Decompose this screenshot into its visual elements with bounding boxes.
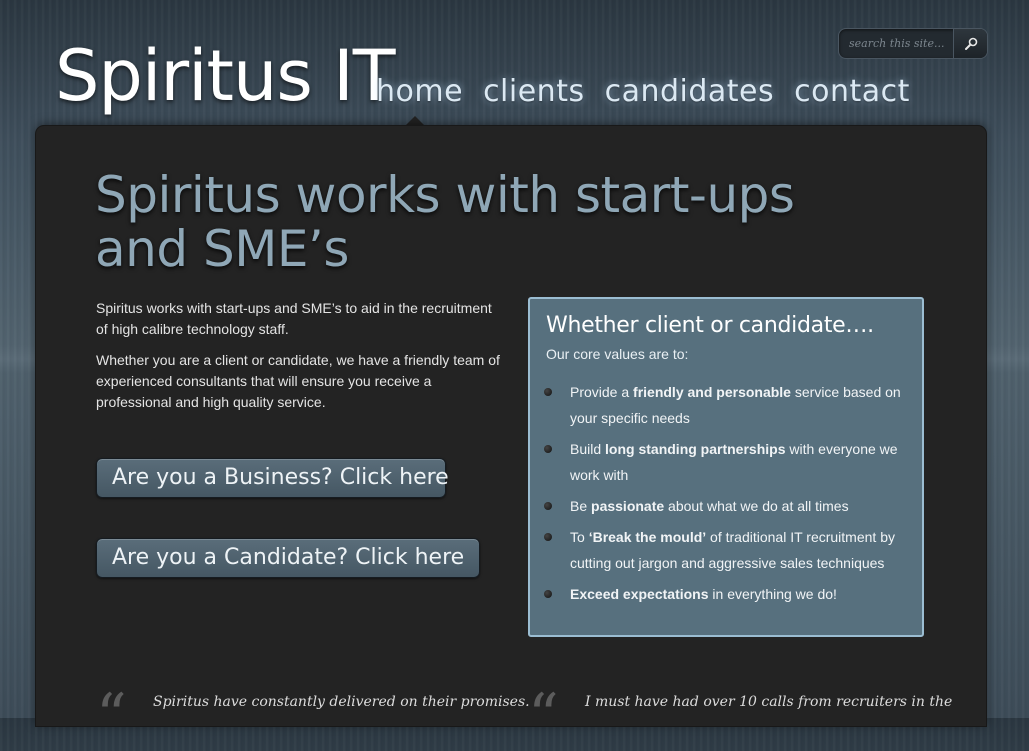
intro-paragraph: Spiritus works with start-ups and SME’s … xyxy=(96,300,492,337)
search-input[interactable] xyxy=(839,29,951,58)
list-item: To ‘Break the mould’ of traditional IT r… xyxy=(544,524,904,576)
nav-candidates[interactable]: candidates xyxy=(605,70,775,114)
intro-paragraph: Whether you are a client or candidate, w… xyxy=(96,352,500,410)
list-item: Provide a friendly and personable servic… xyxy=(544,379,904,431)
bullet-icon xyxy=(544,533,552,541)
testimonial-text: Spiritus have constantly delivered on th… xyxy=(153,694,530,710)
list-item: Be passionate about what we do at all ti… xyxy=(544,493,904,519)
business-cta-button[interactable]: Are you a Business? Click here xyxy=(96,458,449,498)
bullet-icon xyxy=(544,590,552,598)
core-values-box: Whether client or candidate…. Our core v… xyxy=(528,297,924,637)
main-nav: home clients candidates contact xyxy=(376,70,910,114)
intro-text: Spiritus works with start-ups and SME’s … xyxy=(96,298,506,423)
bullet-icon xyxy=(544,388,552,396)
core-values-subtitle: Our core values are to: xyxy=(546,346,689,362)
search-icon xyxy=(964,37,977,50)
search-button[interactable] xyxy=(953,29,987,58)
core-values-list: Provide a friendly and personable servic… xyxy=(544,379,904,612)
logo[interactable]: Spiritus IT xyxy=(55,28,395,124)
quote-mark-icon: “ xyxy=(96,681,127,751)
list-item: Build long standing partnerships with ev… xyxy=(544,436,904,488)
core-values-title: Whether client or candidate…. xyxy=(546,313,874,338)
nav-clients[interactable]: clients xyxy=(483,70,585,114)
search-box xyxy=(838,28,988,59)
list-item: Exceed expectations in everything we do! xyxy=(544,581,904,607)
nav-home[interactable]: home xyxy=(376,70,463,114)
bullet-icon xyxy=(544,502,552,510)
candidate-cta-button[interactable]: Are you a Candidate? Click here xyxy=(96,538,480,578)
page-headline: Spiritus works with start-ups and SME’s xyxy=(95,166,795,278)
testimonial-text: I must have had over 10 calls from recru… xyxy=(585,694,953,710)
quote-mark-icon: “ xyxy=(528,681,559,751)
nav-contact[interactable]: contact xyxy=(794,70,910,114)
bullet-icon xyxy=(544,445,552,453)
